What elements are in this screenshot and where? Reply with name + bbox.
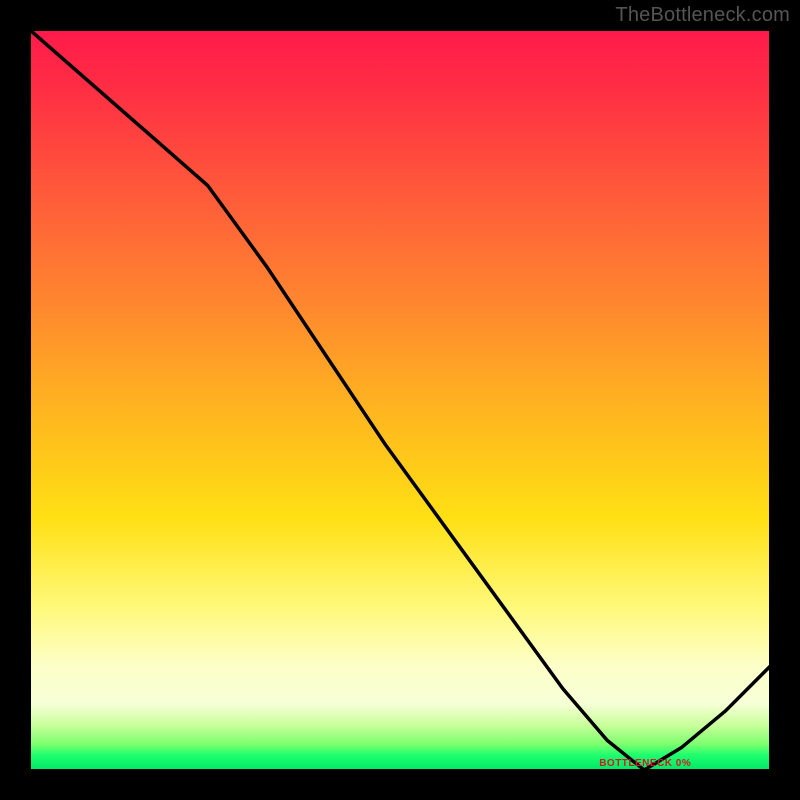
chart-stage: TheBottleneck.com BOTTLENECK 0%: [0, 0, 800, 800]
watermark-text: TheBottleneck.com: [615, 4, 790, 27]
bottleneck-min-label: BOTTLENECK 0%: [599, 758, 691, 769]
gradient-plot-area: [30, 30, 770, 770]
